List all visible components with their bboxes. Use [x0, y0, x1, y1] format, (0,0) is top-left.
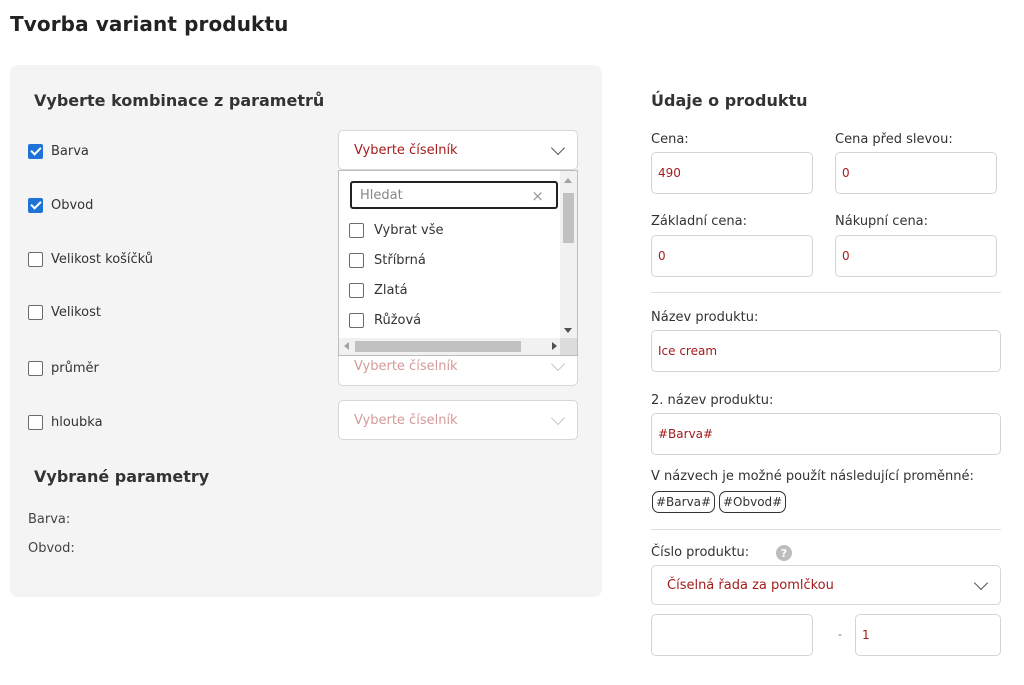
price-input[interactable]: 490 — [651, 152, 813, 194]
param-label: Velikost — [51, 304, 101, 320]
chevron-down-icon — [550, 140, 566, 156]
product-name-2-label: 2. název produktu: — [651, 393, 774, 408]
number-separator: - — [838, 628, 842, 641]
barva-codelist-select[interactable]: Vyberte číselník — [338, 130, 578, 170]
checkbox[interactable] — [28, 251, 43, 267]
base-price-label: Základní cena: — [651, 214, 747, 229]
dropdown-item[interactable]: Zlatá — [349, 280, 408, 300]
variables-hint: V názvech je možné použít následující pr… — [651, 469, 974, 484]
price-before-discount-input[interactable]: 0 — [835, 152, 997, 194]
purchase-price-label: Nákupní cena: — [835, 214, 929, 229]
selected-params-title: Vybrané parametry — [34, 467, 210, 486]
checkbox[interactable] — [349, 312, 364, 328]
scroll-up-icon[interactable] — [564, 178, 572, 183]
horizontal-scrollbar[interactable] — [339, 338, 562, 355]
param-row-prumer[interactable]: průměr — [28, 358, 99, 378]
input-value: 0 — [842, 166, 850, 180]
input-value: 0 — [658, 249, 666, 263]
hloubka-codelist-select: Vyberte číselník — [338, 400, 578, 440]
chevron-down-icon — [550, 410, 566, 426]
select-value: Vyberte číselník — [354, 358, 458, 374]
product-name-input[interactable]: Ice cream — [651, 330, 1001, 372]
dropdown-item-label: Stříbrná — [374, 252, 426, 268]
param-row-velikost[interactable]: Velikost — [28, 302, 101, 322]
variable-tag-obvod[interactable]: #Obvod# — [719, 491, 787, 513]
selected-param: Barva: — [28, 512, 71, 527]
dropdown-item-label: Zlatá — [374, 282, 408, 298]
dropdown-search[interactable]: × — [350, 181, 558, 209]
param-row-barva[interactable]: Barva — [28, 141, 89, 161]
help-icon[interactable]: ? — [776, 545, 792, 561]
product-details-title: Údaje o produktu — [651, 91, 808, 110]
param-row-velikost-kosicku[interactable]: Velikost košíčků — [28, 249, 153, 269]
checkbox[interactable] — [28, 143, 43, 159]
purchase-price-input[interactable]: 0 — [835, 235, 997, 277]
scroll-right-icon[interactable] — [552, 342, 557, 350]
input-value: 0 — [842, 249, 850, 263]
param-label: Barva — [51, 143, 89, 159]
scrollbar-corner — [560, 338, 577, 355]
page-title: Tvorba variant produktu — [10, 12, 289, 36]
checkbox[interactable] — [349, 222, 364, 238]
dropdown-item[interactable]: Růžová — [349, 310, 421, 330]
select-value: Vyberte číselník — [354, 412, 458, 428]
param-label: Velikost košíčků — [51, 251, 154, 267]
close-icon[interactable]: × — [531, 187, 544, 205]
input-value: 1 — [862, 628, 870, 642]
codelist-dropdown: × Vybrat vše Stříbrná Zlatá Růžová — [338, 170, 578, 356]
search-input[interactable] — [360, 187, 530, 203]
divider — [651, 529, 1001, 530]
chevron-down-icon — [550, 356, 566, 372]
numbering-series-select[interactable]: Číselná řada za pomlčkou — [651, 565, 1001, 605]
input-value: Ice cream — [658, 344, 718, 358]
dropdown-item-select-all[interactable]: Vybrat vše — [349, 220, 444, 240]
param-row-obvod[interactable]: Obvod — [28, 195, 93, 215]
checkbox[interactable] — [349, 252, 364, 268]
vertical-scrollbar[interactable] — [560, 171, 577, 339]
checkbox[interactable] — [28, 414, 43, 430]
scroll-left-icon[interactable] — [344, 342, 349, 350]
chevron-down-icon — [973, 575, 989, 591]
checkbox[interactable] — [28, 360, 43, 376]
scroll-thumb[interactable] — [355, 341, 521, 352]
dropdown-item-label: Růžová — [374, 312, 422, 328]
product-number-label: Číslo produktu: — [651, 545, 750, 560]
input-value: 490 — [658, 166, 681, 180]
dropdown-item[interactable]: Stříbrná — [349, 250, 426, 270]
checkbox[interactable] — [349, 282, 364, 298]
param-label: Obvod — [51, 197, 94, 213]
price-label: Cena: — [651, 132, 689, 147]
product-number-prefix-input[interactable] — [651, 614, 813, 656]
selected-param: Obvod: — [28, 541, 75, 556]
checkbox[interactable] — [28, 304, 43, 320]
param-row-hloubka[interactable]: hloubka — [28, 412, 103, 432]
param-label: průměr — [51, 360, 99, 376]
parameters-section-title: Vyberte kombinace z parametrů — [34, 91, 325, 110]
select-value: Číselná řada za pomlčkou — [667, 577, 834, 593]
product-number-suffix-input[interactable]: 1 — [855, 614, 1001, 656]
param-label: hloubka — [51, 414, 103, 430]
select-value: Vyberte číselník — [354, 142, 458, 158]
scroll-thumb[interactable] — [563, 193, 574, 243]
divider — [651, 292, 1001, 293]
base-price-input[interactable]: 0 — [651, 235, 813, 277]
variable-tag-barva[interactable]: #Barva# — [652, 491, 716, 513]
product-name-label: Název produktu: — [651, 310, 759, 325]
dropdown-item-label: Vybrat vše — [374, 222, 444, 238]
scroll-down-icon[interactable] — [564, 328, 572, 333]
checkbox[interactable] — [28, 197, 43, 213]
input-value: #Barva# — [658, 427, 714, 441]
price-before-discount-label: Cena před slevou: — [835, 132, 953, 147]
product-name-2-input[interactable]: #Barva# — [651, 413, 1001, 455]
